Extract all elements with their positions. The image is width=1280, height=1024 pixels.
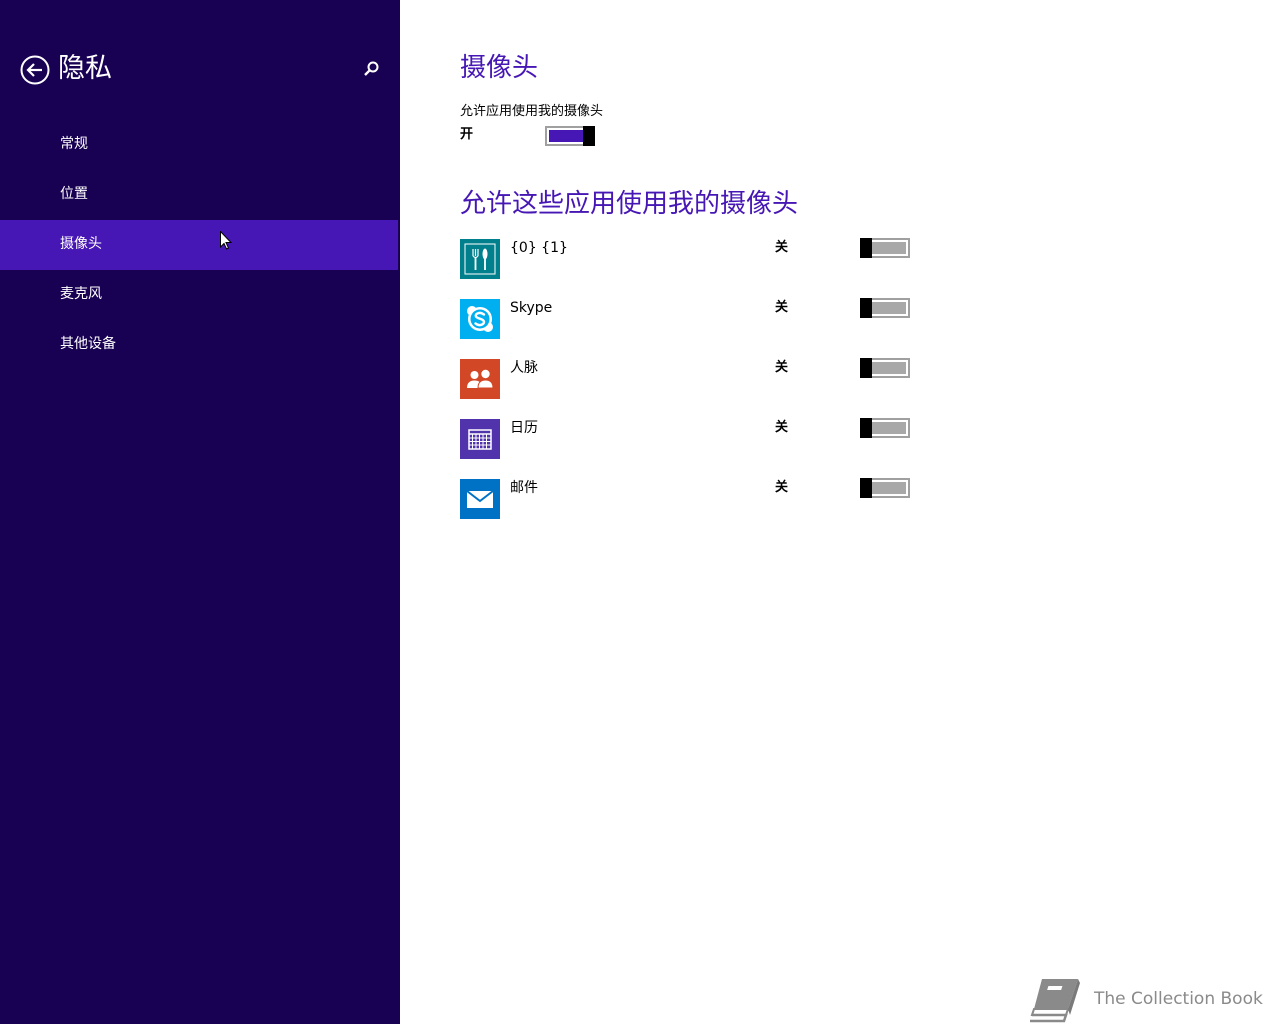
sidebar-nav: 常规 位置 摄像头 麦克风 其他设备: [0, 120, 400, 370]
app-row: 日历 关: [460, 418, 920, 479]
toggle-thumb: [860, 478, 872, 498]
mouse-cursor-icon: [220, 231, 232, 250]
mail-icon: [460, 479, 500, 519]
camera-access-state: 开: [460, 127, 474, 142]
sidebar-item-microphone[interactable]: 麦克风: [0, 270, 398, 320]
sidebar-item-general[interactable]: 常规: [0, 120, 398, 170]
sidebar-item-location[interactable]: 位置: [0, 170, 398, 220]
search-button[interactable]: [360, 58, 382, 80]
back-button[interactable]: [20, 55, 50, 85]
back-arrow-icon: [20, 55, 50, 85]
app-name: 邮件: [510, 480, 538, 496]
app-state: 关: [775, 420, 789, 435]
fork-knife-icon: [460, 239, 500, 279]
toggle-thumb: [860, 358, 872, 378]
app-tile: [460, 359, 500, 399]
app-name: 日历: [510, 420, 538, 436]
app-camera-toggle[interactable]: [860, 418, 910, 438]
sidebar-item-label: 其他设备: [60, 336, 116, 352]
sidebar-item-label: 位置: [60, 186, 88, 202]
app-row: 人脉 关: [460, 358, 920, 419]
app-state: 关: [775, 240, 789, 255]
toggle-fill: [549, 130, 583, 142]
app-row: {0} {1} 关: [460, 238, 920, 299]
camera-access-label: 允许应用使用我的摄像头: [460, 104, 604, 119]
calendar-icon: [460, 419, 500, 459]
app-row: 邮件 关: [460, 478, 920, 539]
book-icon: [1030, 979, 1080, 1023]
sidebar: 隐私 常规 位置 摄像头 麦克风 其他设备: [0, 0, 400, 1024]
toggle-thumb: [860, 298, 872, 318]
watermark: The Collection Book: [1028, 975, 1268, 1023]
apps-section-title: 允许这些应用使用我的摄像头: [460, 189, 799, 219]
app-camera-toggle[interactable]: [860, 358, 910, 378]
pc-settings-window: 隐私 常规 位置 摄像头 麦克风 其他设备 摄像头 允许应用使用我的摄像头 开 …: [0, 0, 1280, 1024]
sidebar-item-other-devices[interactable]: 其他设备: [0, 320, 398, 370]
app-camera-toggle[interactable]: [860, 478, 910, 498]
sidebar-item-label: 常规: [60, 136, 88, 152]
sidebar-title: 隐私: [58, 53, 112, 84]
app-tile: [460, 299, 500, 339]
app-name: 人脉: [510, 360, 538, 376]
toggle-thumb: [860, 418, 872, 438]
search-icon: [364, 61, 379, 76]
app-name: Skype: [510, 300, 553, 316]
people-icon: [460, 359, 500, 399]
app-state: 关: [775, 300, 789, 315]
app-state: 关: [775, 480, 789, 495]
app-camera-toggle[interactable]: [860, 298, 910, 318]
app-state: 关: [775, 360, 789, 375]
sidebar-item-camera[interactable]: 摄像头: [0, 220, 398, 270]
toggle-thumb: [583, 126, 595, 146]
app-name: {0} {1}: [510, 240, 568, 256]
app-tile: [460, 419, 500, 459]
sidebar-header: 隐私: [0, 50, 400, 90]
app-row: Skype 关: [460, 298, 920, 359]
sidebar-item-label: 摄像头: [60, 236, 102, 252]
page-title: 摄像头: [460, 53, 539, 83]
main-content: 摄像头 允许应用使用我的摄像头 开 允许这些应用使用我的摄像头 {0} {1} …: [400, 0, 1280, 1024]
app-camera-toggle[interactable]: [860, 238, 910, 258]
toggle-thumb: [860, 238, 872, 258]
app-tile: [460, 479, 500, 519]
app-tile: [460, 239, 500, 279]
sidebar-item-label: 麦克风: [60, 286, 102, 302]
skype-icon: [460, 299, 500, 339]
watermark-text: The Collection Book: [1094, 989, 1263, 1009]
camera-access-toggle[interactable]: [545, 126, 595, 146]
app-list: {0} {1} 关 Skype 关 人脉 关 日历 关 邮件 关: [460, 238, 920, 539]
